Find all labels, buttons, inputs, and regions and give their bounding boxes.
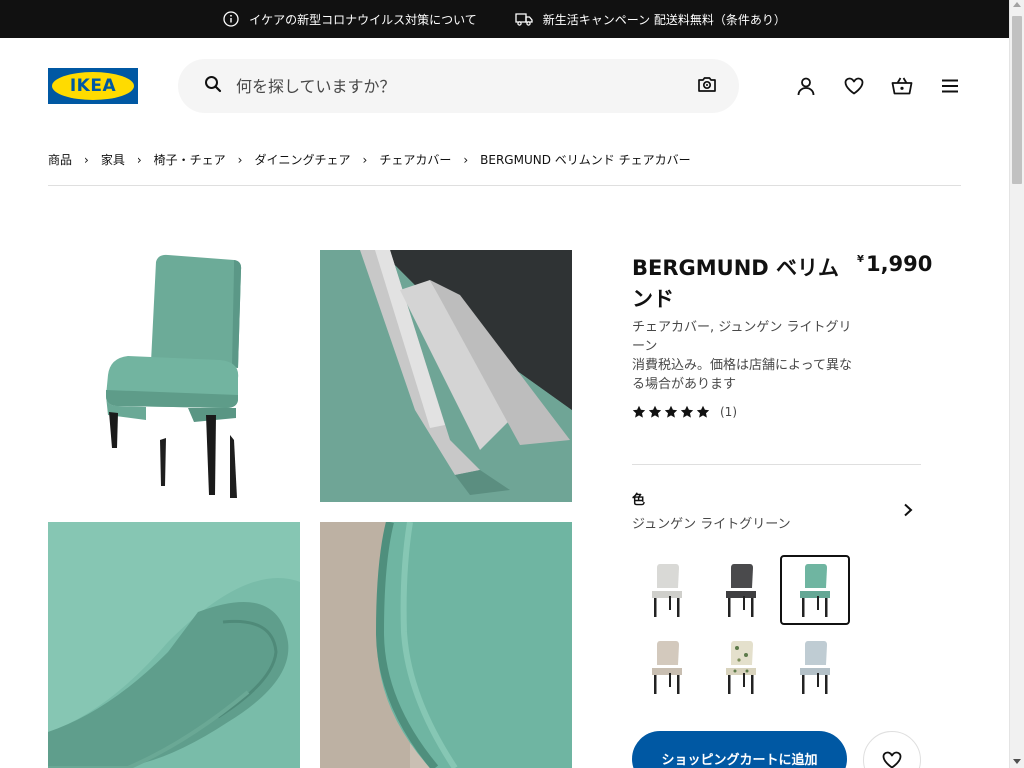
chair-thumbnail-icon bbox=[726, 564, 756, 617]
heart-icon[interactable] bbox=[840, 72, 868, 100]
search-icon[interactable] bbox=[204, 75, 222, 97]
campaign-text: 新生活キャンペーン 配送料無料（条件あり） bbox=[542, 12, 786, 27]
chevron-right-icon[interactable] bbox=[898, 500, 918, 520]
chevron-right-icon: › bbox=[136, 152, 142, 167]
rating-count: (1) bbox=[720, 405, 737, 419]
search-input[interactable] bbox=[236, 76, 697, 96]
color-option-light-blue[interactable] bbox=[780, 632, 850, 702]
scroll-up-arrow-icon[interactable] bbox=[1013, 2, 1021, 7]
info-icon bbox=[223, 11, 239, 27]
price-currency: ¥ bbox=[857, 254, 864, 265]
product-page: イケアの新型コロナウイルス対策について 新生活キャンペーン 配送料無料（条件あり… bbox=[0, 0, 1024, 768]
star-icon bbox=[680, 405, 694, 418]
star-icon bbox=[696, 405, 710, 418]
header-divider bbox=[48, 185, 961, 186]
breadcrumb-item-current: BERGMUND ベリムンド チェアカバー bbox=[480, 153, 691, 167]
color-option-light-grey[interactable] bbox=[632, 555, 702, 625]
chair-thumbnail-icon bbox=[652, 641, 682, 694]
page-scrollbar[interactable] bbox=[1009, 0, 1024, 768]
chevron-right-icon: › bbox=[84, 152, 89, 167]
add-to-favorites-button[interactable] bbox=[863, 731, 921, 768]
covid-notice-link[interactable]: イケアの新型コロナウイルス対策について bbox=[223, 11, 477, 28]
scroll-thumb[interactable] bbox=[1012, 16, 1022, 184]
price-value: 1,990 bbox=[865, 252, 933, 276]
chevron-right-icon: › bbox=[463, 152, 469, 167]
color-label: 色 bbox=[632, 493, 646, 508]
logo-oval: IKEA bbox=[52, 72, 134, 100]
product-name: BERGMUND ベリムンド bbox=[632, 256, 840, 311]
price-note: 消費税込み。価格は店舗によって異なる場合があります bbox=[632, 358, 852, 392]
user-icon[interactable] bbox=[792, 72, 820, 100]
color-option-light-green-selected[interactable] bbox=[780, 555, 850, 625]
heart-icon bbox=[882, 751, 902, 768]
cart-icon[interactable] bbox=[888, 72, 916, 100]
star-icon bbox=[648, 405, 662, 418]
star-icon bbox=[632, 405, 646, 418]
product-description: チェアカバー, ジュンゲン ライトグリーン bbox=[632, 320, 852, 354]
camera-icon[interactable] bbox=[697, 75, 717, 97]
color-option-beige[interactable] bbox=[632, 632, 702, 702]
chevron-right-icon: › bbox=[362, 152, 368, 167]
color-option-dark-grey[interactable] bbox=[706, 555, 776, 625]
breadcrumb-item-furniture[interactable]: 家具 bbox=[101, 151, 125, 168]
product-image-velcro-detail[interactable] bbox=[320, 250, 572, 502]
product-image-chair[interactable] bbox=[48, 250, 300, 502]
chair-thumbnail-icon bbox=[800, 641, 830, 694]
product-image-seam-detail[interactable] bbox=[320, 522, 572, 768]
chevron-right-icon: › bbox=[237, 152, 243, 167]
product-rating[interactable]: (1) bbox=[632, 405, 737, 419]
star-icon bbox=[664, 405, 678, 418]
chair-thumbnail-icon bbox=[652, 564, 682, 617]
breadcrumb-item-chair-covers[interactable]: チェアカバー bbox=[379, 151, 451, 168]
menu-icon[interactable] bbox=[936, 72, 964, 100]
scroll-down-arrow-icon[interactable] bbox=[1013, 759, 1021, 764]
chair-thumbnail-icon bbox=[800, 564, 830, 617]
campaign-link[interactable]: 新生活キャンペーン 配送料無料（条件あり） bbox=[515, 11, 786, 28]
truck-icon bbox=[515, 12, 533, 26]
product-image-fabric-fold[interactable] bbox=[48, 522, 300, 768]
breadcrumb-item-chairs[interactable]: 椅子・チェア bbox=[154, 151, 226, 168]
color-option-pattern[interactable] bbox=[706, 632, 776, 702]
breadcrumb-item-products[interactable]: 商品 bbox=[48, 151, 72, 168]
info-divider bbox=[632, 464, 921, 465]
add-to-cart-button[interactable]: ショッピングカートに追加 bbox=[632, 731, 847, 768]
breadcrumb-item-dining-chairs[interactable]: ダイニングチェア bbox=[254, 151, 350, 168]
ikea-logo[interactable]: IKEA bbox=[48, 68, 138, 104]
chair-thumbnail-icon bbox=[726, 641, 756, 694]
header-icons bbox=[792, 72, 964, 100]
covid-notice-text: イケアの新型コロナウイルス対策について bbox=[249, 12, 477, 27]
product-price: ¥ 1,990 bbox=[857, 252, 932, 276]
search-bar[interactable] bbox=[178, 59, 739, 113]
color-value: ジュンゲン ライトグリーン bbox=[632, 517, 791, 532]
breadcrumb: 商品 › 家具 › 椅子・チェア › ダイニングチェア › チェアカバー › B… bbox=[48, 151, 691, 168]
logo-text: IKEA bbox=[69, 76, 117, 96]
top-notice-bar: イケアの新型コロナウイルス対策について 新生活キャンペーン 配送料無料（条件あり… bbox=[0, 0, 1009, 38]
